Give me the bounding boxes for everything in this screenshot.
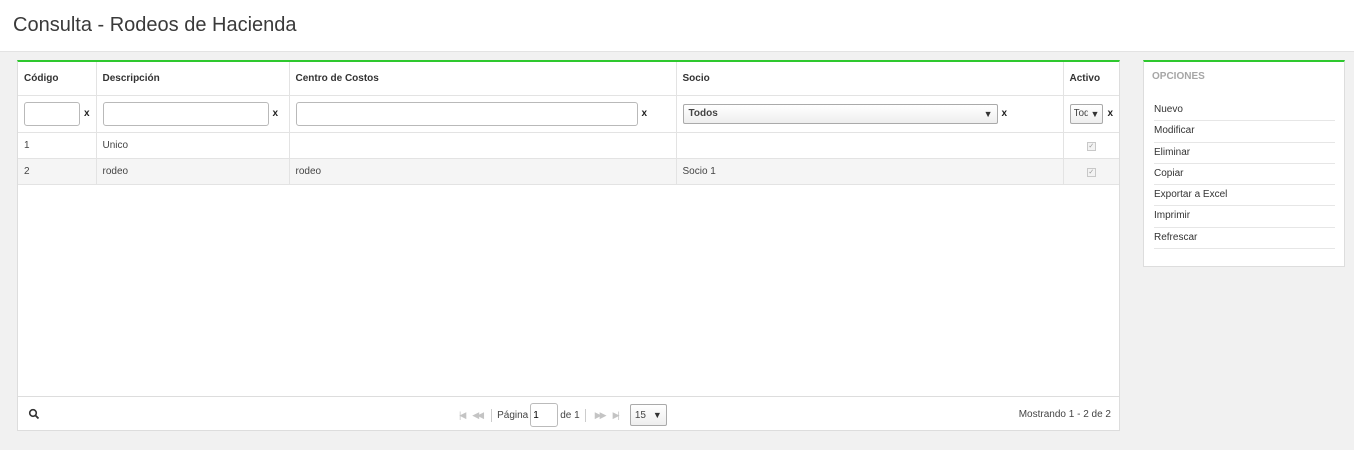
activo-checkbox: ✓ <box>1086 141 1096 151</box>
clear-descripcion-filter-button[interactable]: x <box>273 108 279 119</box>
copiar-option[interactable]: Copiar <box>1154 164 1335 186</box>
cell-centro-costos: rodeo <box>289 158 677 185</box>
page-total-label: de 1 <box>560 409 580 421</box>
cell-socio: Socio 1 <box>676 158 1064 185</box>
results-grid: Código Descripción Centro de Costos Soci… <box>17 60 1120 431</box>
nuevo-option[interactable]: Nuevo <box>1154 100 1335 122</box>
activo-filter-select[interactable]: Todos▼ <box>1069 103 1104 124</box>
imprimir-option[interactable]: Imprimir <box>1154 206 1335 228</box>
pager-divider <box>491 408 493 422</box>
column-header-activo[interactable]: Activo <box>1063 62 1119 96</box>
cell-socio <box>676 132 1064 159</box>
record-count: Mostrando 1 - 2 de 2 <box>1018 409 1111 420</box>
filter-row: x x x Todos▼x Todos▼x <box>18 95 1119 133</box>
last-page-icon[interactable]: ▶| <box>613 410 620 421</box>
cell-descripcion: rodeo <box>96 158 290 185</box>
page-title: Consulta - Rodeos de Hacienda <box>13 14 297 36</box>
column-header-socio[interactable]: Socio <box>676 62 1064 96</box>
clear-activo-filter-button[interactable]: x <box>1107 108 1113 119</box>
cell-descripcion: Unico <box>96 132 290 159</box>
cell-centro-costos <box>289 132 677 159</box>
column-header-descripcion[interactable]: Descripción <box>96 62 290 96</box>
socio-filter-select[interactable]: Todos ▼ <box>682 103 998 124</box>
exportar-excel-option[interactable]: Exportar a Excel <box>1154 185 1335 207</box>
first-page-icon[interactable]: |◀ <box>459 410 466 421</box>
refrescar-option[interactable]: Refrescar <box>1154 228 1335 250</box>
page-size-value: 15 <box>634 409 646 421</box>
search-icon[interactable] <box>28 408 40 420</box>
cell-activo: ✓ <box>1063 158 1119 185</box>
next-page-icon[interactable]: ▶▶ <box>595 410 607 421</box>
results-table: Código Descripción Centro de Costos Soci… <box>18 62 1119 185</box>
table-row[interactable]: 2 rodeo rodeo Socio 1 ✓ <box>18 158 1119 185</box>
pager-divider <box>584 408 586 422</box>
centro-costos-filter-input[interactable] <box>295 101 638 126</box>
options-title: OPCIONES <box>1152 71 1205 82</box>
chevron-down-icon: ▼ <box>983 108 993 119</box>
socio-filter-value: Todos <box>688 108 718 119</box>
cell-codigo: 2 <box>18 158 97 185</box>
cell-activo: ✓ <box>1063 132 1119 159</box>
table-row[interactable]: 1 Unico ✓ <box>18 132 1119 159</box>
column-header-codigo[interactable]: Código <box>18 62 97 96</box>
clear-centro-costos-filter-button[interactable]: x <box>642 108 648 119</box>
page-label: Página <box>497 409 529 421</box>
activo-filter-value: Todos <box>1073 108 1088 119</box>
page-size-select[interactable]: 15 ▼ <box>629 404 667 426</box>
options-panel: OPCIONES Nuevo Modificar Eliminar Copiar… <box>1143 60 1345 267</box>
page-number-input[interactable] <box>530 403 559 427</box>
column-header-centro-costos[interactable]: Centro de Costos <box>289 62 677 96</box>
header-row: Código Descripción Centro de Costos Soci… <box>18 62 1119 96</box>
codigo-filter-input[interactable] <box>24 101 80 126</box>
descripcion-filter-input[interactable] <box>102 101 269 126</box>
activo-checkbox: ✓ <box>1086 167 1096 177</box>
header: Consulta - Rodeos de Hacienda <box>0 0 1354 52</box>
modificar-option[interactable]: Modificar <box>1154 121 1335 143</box>
eliminar-option[interactable]: Eliminar <box>1154 143 1335 164</box>
pager: |◀ ◀◀ Página de 1 ▶▶ ▶| 15 ▼ Mostrando 1… <box>18 396 1119 431</box>
options-menu: Nuevo Modificar Eliminar Copiar Exportar… <box>1154 100 1335 250</box>
previous-page-icon[interactable]: ◀◀ <box>472 410 484 421</box>
clear-codigo-filter-button[interactable]: x <box>84 108 90 119</box>
pager-controls: |◀ ◀◀ Página de 1 ▶▶ ▶| 15 ▼ <box>455 403 667 427</box>
chevron-down-icon: ▼ <box>652 410 662 420</box>
chevron-down-icon: ▼ <box>1090 108 1100 119</box>
clear-socio-filter-button[interactable]: x <box>1002 108 1008 119</box>
cell-codigo: 1 <box>18 132 97 159</box>
